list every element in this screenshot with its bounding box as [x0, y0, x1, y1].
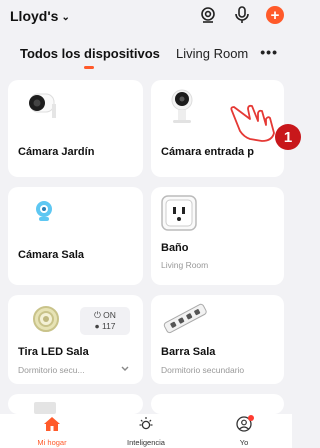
profile-icon: [235, 415, 254, 437]
device-card-partial[interactable]: [8, 394, 143, 414]
device-thumbnail: [34, 402, 56, 414]
home-name-label: Lloyd's: [10, 8, 59, 24]
more-options-icon[interactable]: •••: [260, 44, 278, 60]
device-name: Barra Sala: [161, 346, 216, 358]
led-status-box[interactable]: ⏻ ON ● 117: [80, 307, 130, 335]
notification-dot: [248, 415, 254, 421]
chevron-down-icon: ⌄: [61, 11, 70, 23]
device-card-tira-led[interactable]: ⏻ ON ● 117 Tira LED Sala Dormitorio secu…: [8, 295, 143, 384]
brightness-value: ● 117: [94, 321, 116, 331]
nav-yo[interactable]: Yo: [214, 415, 274, 447]
device-card-barra-sala[interactable]: Barra Sala Dormitorio secundario: [151, 295, 284, 384]
tab-all-devices[interactable]: Todos los dispositivos: [20, 46, 160, 61]
device-room: Dormitorio secundario: [161, 365, 245, 375]
nav-inteligencia[interactable]: Inteligencia: [116, 416, 176, 447]
room-tabs: Todos los dispositivos Living Room •••: [0, 38, 292, 72]
tap-hand-icon: [226, 103, 278, 148]
nav-label: Inteligencia: [127, 438, 165, 447]
outdoor-camera-icon: [26, 90, 62, 125]
ai-camera-icon[interactable]: [198, 5, 218, 25]
active-tab-indicator: [84, 66, 94, 69]
device-card-bano[interactable]: Baño Living Room: [151, 187, 284, 285]
blue-camera-icon: [32, 199, 56, 228]
home-selector[interactable]: Lloyd's ⌄: [10, 8, 70, 24]
indoor-camera-icon: [167, 88, 197, 129]
nav-label: Yo: [239, 438, 249, 447]
top-bar: Lloyd's ⌄ +: [0, 0, 292, 36]
device-card-camara-sala[interactable]: Cámara Sala: [8, 187, 143, 285]
device-room: Living Room: [161, 260, 209, 270]
chevron-down-icon[interactable]: [120, 361, 130, 379]
tab-living-room[interactable]: Living Room: [176, 46, 248, 61]
device-name: Cámara Sala: [18, 249, 85, 261]
led-strip-icon: [32, 305, 60, 338]
smart-sun-icon: [137, 417, 155, 436]
add-device-button[interactable]: +: [266, 6, 284, 24]
smart-plug-icon: [161, 195, 197, 236]
device-name: Cámara Jardín: [18, 146, 95, 158]
device-card-partial[interactable]: [151, 394, 284, 414]
step-number-badge: 1: [275, 124, 301, 150]
microphone-icon[interactable]: [232, 5, 252, 25]
power-status: ⏻ ON: [94, 310, 116, 320]
device-name: Baño: [161, 242, 189, 254]
nav-mi-hogar[interactable]: Mi hogar: [22, 416, 82, 447]
home-icon: [43, 417, 61, 436]
device-name: Tira LED Sala: [18, 346, 89, 358]
nav-label: Mi hogar: [37, 438, 67, 447]
power-strip-icon: [161, 301, 209, 340]
device-card-camara-jardin[interactable]: Cámara Jardín: [8, 80, 143, 177]
device-room: Dormitorio secu...: [18, 365, 85, 375]
bottom-navigation: Mi hogar Inteligencia Yo: [0, 414, 292, 448]
